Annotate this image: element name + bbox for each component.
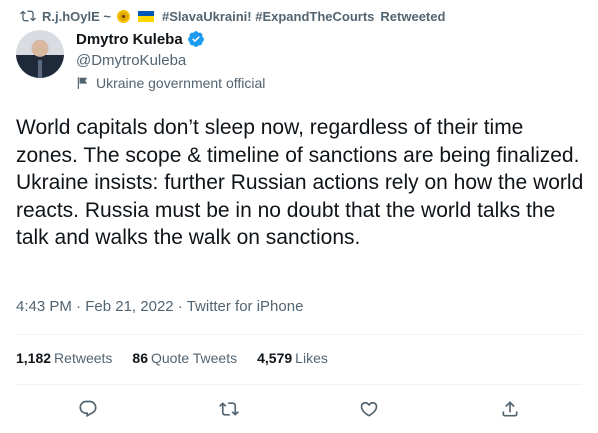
retweets-stat[interactable]: 1,182 Retweets xyxy=(16,350,112,366)
engagement-stats: 1,182 Retweets 86 Quote Tweets 4,579 Likes xyxy=(16,350,328,366)
tweet-date[interactable]: Feb 21, 2022 xyxy=(85,298,173,315)
sunflower-emoji xyxy=(117,9,130,23)
divider xyxy=(16,334,582,335)
likes-label: Likes xyxy=(295,350,328,366)
retweeted-label: Retweeted xyxy=(380,8,446,24)
flag-icon xyxy=(77,77,88,89)
meta-separator: · xyxy=(177,298,183,315)
tweet-meta: 4:43 PM · Feb 21, 2022 · Twitter for iPh… xyxy=(16,298,303,315)
divider xyxy=(16,384,582,385)
ukraine-flag-emoji xyxy=(138,10,154,22)
retweets-count: 1,182 xyxy=(16,350,52,366)
verified-badge-icon xyxy=(187,30,205,48)
retweeter-name[interactable]: R.j.hOylE ~ xyxy=(42,9,111,24)
retweeter-hashtags[interactable]: #SlavaUkraini! #ExpandTheCourts xyxy=(162,9,374,24)
affiliation-label: Ukraine government official xyxy=(76,75,265,91)
reply-icon xyxy=(79,400,97,418)
retweet-icon xyxy=(20,10,36,22)
retweet-icon xyxy=(219,402,239,416)
tweet-source[interactable]: Twitter for iPhone xyxy=(187,298,304,315)
action-bar xyxy=(0,388,598,432)
retweet-button[interactable] xyxy=(218,398,240,420)
heart-icon xyxy=(360,401,378,417)
author-name-row: Dmytro Kuleba xyxy=(76,30,205,48)
author-handle[interactable]: @DmytroKuleba xyxy=(76,52,186,69)
retweets-label: Retweets xyxy=(54,350,113,366)
share-icon xyxy=(502,401,518,417)
meta-separator: · xyxy=(76,298,82,315)
quotes-stat[interactable]: 86 Quote Tweets xyxy=(132,350,237,366)
quotes-count: 86 xyxy=(132,350,148,366)
reply-button[interactable] xyxy=(77,398,99,420)
author-name[interactable]: Dmytro Kuleba xyxy=(76,31,183,48)
likes-count: 4,579 xyxy=(257,350,293,366)
like-button[interactable] xyxy=(358,398,380,420)
tweet-text: World capitals don’t sleep now, regardle… xyxy=(16,116,584,249)
affiliation-text: Ukraine government official xyxy=(96,75,266,91)
likes-stat[interactable]: 4,579 Likes xyxy=(257,350,328,366)
quotes-label: Quote Tweets xyxy=(150,350,238,366)
tweet-time[interactable]: 4:43 PM xyxy=(16,298,72,315)
retweet-context-bar: R.j.hOylE ~ #SlavaUkraini! #ExpandTheCou… xyxy=(20,4,445,28)
avatar[interactable] xyxy=(16,30,64,78)
share-button[interactable] xyxy=(499,398,521,420)
